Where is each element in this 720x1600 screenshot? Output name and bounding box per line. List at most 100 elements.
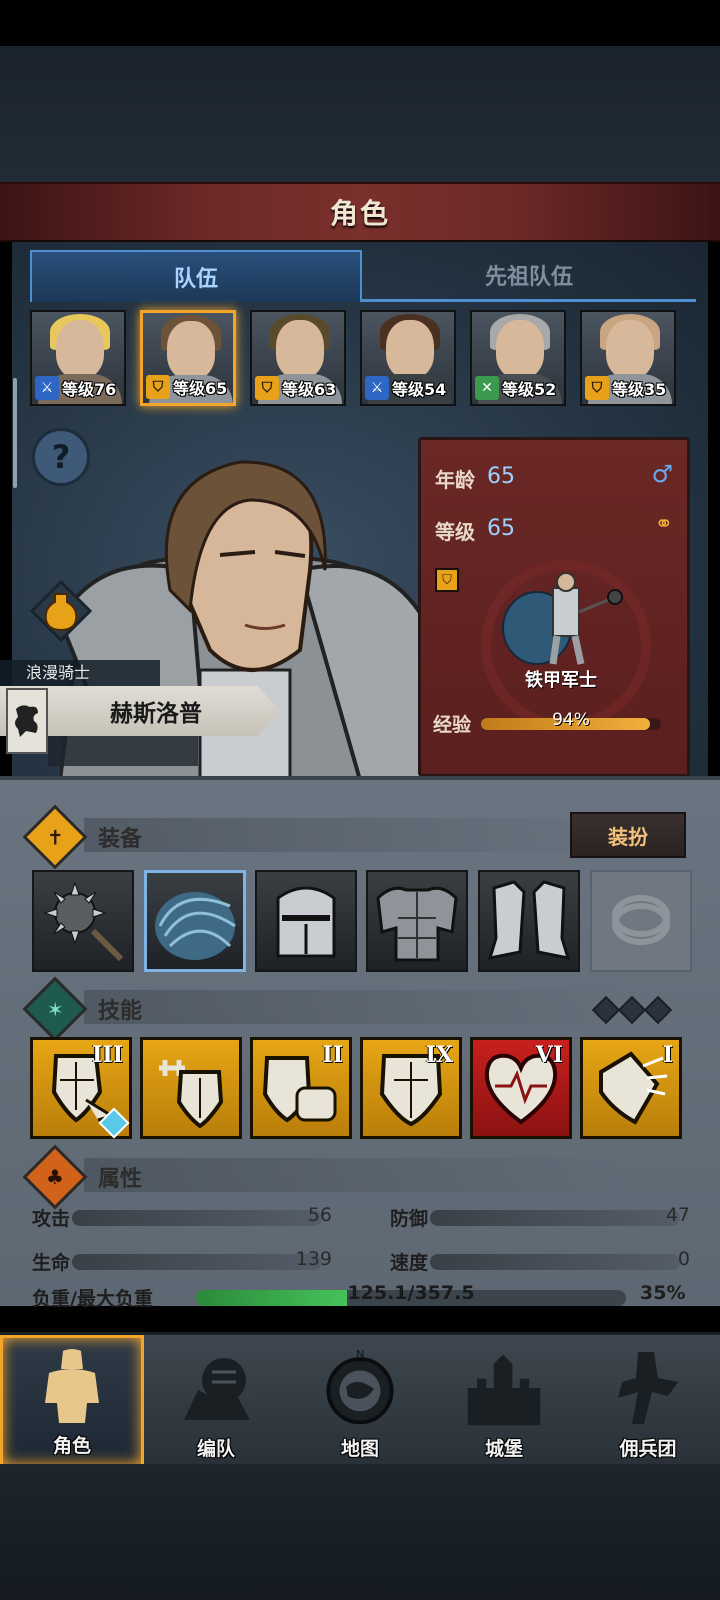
skill-gems [591, 995, 673, 1025]
roster-level: 等级52 [502, 380, 557, 399]
face [56, 320, 104, 378]
potion-icon [30, 580, 92, 642]
age-label: 年龄 [435, 468, 475, 492]
hero-class-title: 浪漫骑士 [0, 660, 160, 686]
formation-glyph [184, 1358, 250, 1420]
roster-member-3[interactable]: ⛉ 等级63 [250, 310, 346, 406]
hero-name: 赫斯洛普 [110, 701, 202, 727]
nav-map-label: 地图 [340, 1438, 379, 1460]
nav-map[interactable]: N 地图 [288, 1335, 432, 1467]
stat-attack-value: 56 [307, 1204, 332, 1226]
stat-defense-value: 47 [665, 1204, 690, 1226]
skill-rank: VI [535, 1042, 563, 1068]
attributes-title: 属性 [98, 1167, 143, 1192]
face [276, 320, 324, 378]
nav-formation[interactable]: 编队 [144, 1335, 288, 1467]
stat-defense-label: 防御 [390, 1208, 429, 1230]
roster-level: 等级54 [392, 380, 447, 399]
lion-emblem-glyph [15, 705, 38, 737]
equip-slot-armor[interactable] [366, 870, 468, 972]
blue-plume-icon [155, 892, 236, 960]
equip-slot-helmet[interactable] [255, 870, 357, 972]
load-percent: 35% [640, 1282, 686, 1304]
roster-list: ⚔ 等级76 ⛉ 等级65 ⛉ 等级63 ⚔ 等级54 ✕ 等级52 ⛉ 等级3… [30, 310, 690, 406]
skill-rank: II [322, 1042, 343, 1068]
face [386, 320, 434, 378]
shield-class-icon: ⛉ [435, 568, 459, 592]
level-value: 65 [487, 516, 515, 541]
shield-class-icon: ⛉ [255, 376, 279, 400]
skill-rank: I [662, 1042, 673, 1068]
tab-ancestor-team[interactable]: 先祖队伍 [362, 250, 696, 302]
sword-class-icon: ⚔ [35, 376, 59, 400]
stat-hp-value: 139 [295, 1248, 332, 1270]
skills-header: ✶ 技能 [22, 976, 142, 1042]
ring-icon [612, 895, 670, 945]
attributes-section-icon: ♣ [22, 1144, 88, 1210]
status-bar [0, 0, 720, 46]
rings-icon: ⚭ [654, 512, 673, 537]
hero-name-area: 浪漫骑士 赫斯洛普 [0, 660, 290, 770]
roster-member-5[interactable]: ✕ 等级52 [470, 310, 566, 406]
formation-icon [176, 1348, 256, 1428]
shield-strength-icon [159, 1060, 224, 1128]
exp-value: 94% [552, 710, 590, 730]
nav-castle[interactable]: 城堡 [432, 1335, 576, 1467]
svg-text:N: N [356, 1348, 364, 1360]
nav-character-label: 角色 [52, 1435, 91, 1457]
compass-map-glyph: N [326, 1348, 394, 1425]
compass-map-icon: N [320, 1348, 400, 1428]
load-value: 125.1/357.5 [347, 1282, 475, 1304]
level-label: 等级 [435, 520, 475, 544]
knight-icon [32, 1345, 112, 1425]
stat-hp: 生命 139 [32, 1246, 332, 1278]
scrollbar[interactable] [13, 378, 17, 488]
equip-slot-boots[interactable] [478, 870, 580, 972]
castle-glyph [467, 1354, 541, 1426]
load-label: 负重/最大负重 [32, 1288, 153, 1310]
skill-6[interactable]: I [580, 1037, 682, 1139]
skill-2[interactable] [140, 1037, 242, 1139]
equipment-section-icon: ✝ [22, 804, 88, 870]
bottom-background [0, 1464, 720, 1600]
stat-defense-bar [430, 1210, 680, 1226]
castle-icon [464, 1348, 544, 1428]
male-icon: ♂ [651, 460, 673, 488]
bottom-nav: 角色 编队 N 地图 城堡 佣兵团 [0, 1332, 720, 1467]
equip-slot-plume[interactable] [144, 870, 246, 972]
outfit-button[interactable]: 装扮 [570, 812, 686, 858]
face [496, 320, 544, 378]
tab-team[interactable]: 队伍 [30, 250, 362, 302]
roster-member-1[interactable]: ⚔ 等级76 [30, 310, 126, 406]
nav-character[interactable]: 角色 [0, 1335, 144, 1467]
roster-member-4[interactable]: ⚔ 等级54 [360, 310, 456, 406]
skill-rank: III [92, 1042, 123, 1068]
nav-mercenary-label: 佣兵团 [619, 1438, 677, 1460]
roster-level: 等级35 [612, 380, 667, 399]
gem-icon [643, 995, 673, 1025]
attributes-header: ♣ 属性 [22, 1144, 143, 1210]
roster-member-6[interactable]: ⛉ 等级35 [580, 310, 676, 406]
stat-speed-value: 0 [677, 1248, 690, 1270]
equip-slot-weapon[interactable] [32, 870, 134, 972]
skill-1[interactable]: III [30, 1037, 132, 1139]
equipment-header: ✝ 装备 [22, 804, 143, 870]
equipment-title: 装备 [98, 827, 143, 852]
stat-hp-bar [72, 1254, 322, 1270]
nav-formation-label: 编队 [196, 1438, 235, 1460]
age-value: 65 [487, 464, 515, 489]
skills-header-strip [84, 990, 624, 1024]
nav-mercenary[interactable]: 佣兵团 [576, 1335, 720, 1467]
title-banner: 角色 [0, 182, 720, 242]
armor-icon [376, 886, 458, 962]
skill-3[interactable]: II [250, 1037, 352, 1139]
skill-5[interactable]: VI [470, 1037, 572, 1139]
roster-member-2[interactable]: ⛉ 等级65 [140, 310, 236, 406]
skill-4[interactable]: IX [360, 1037, 462, 1139]
lion-emblem-icon [6, 688, 48, 754]
potion-button[interactable] [30, 580, 92, 642]
stat-speed-bar [430, 1254, 680, 1270]
equip-slot-ring[interactable] [590, 870, 692, 972]
roster-level: 等级65 [173, 379, 228, 398]
equipment-header-strip [84, 818, 624, 852]
